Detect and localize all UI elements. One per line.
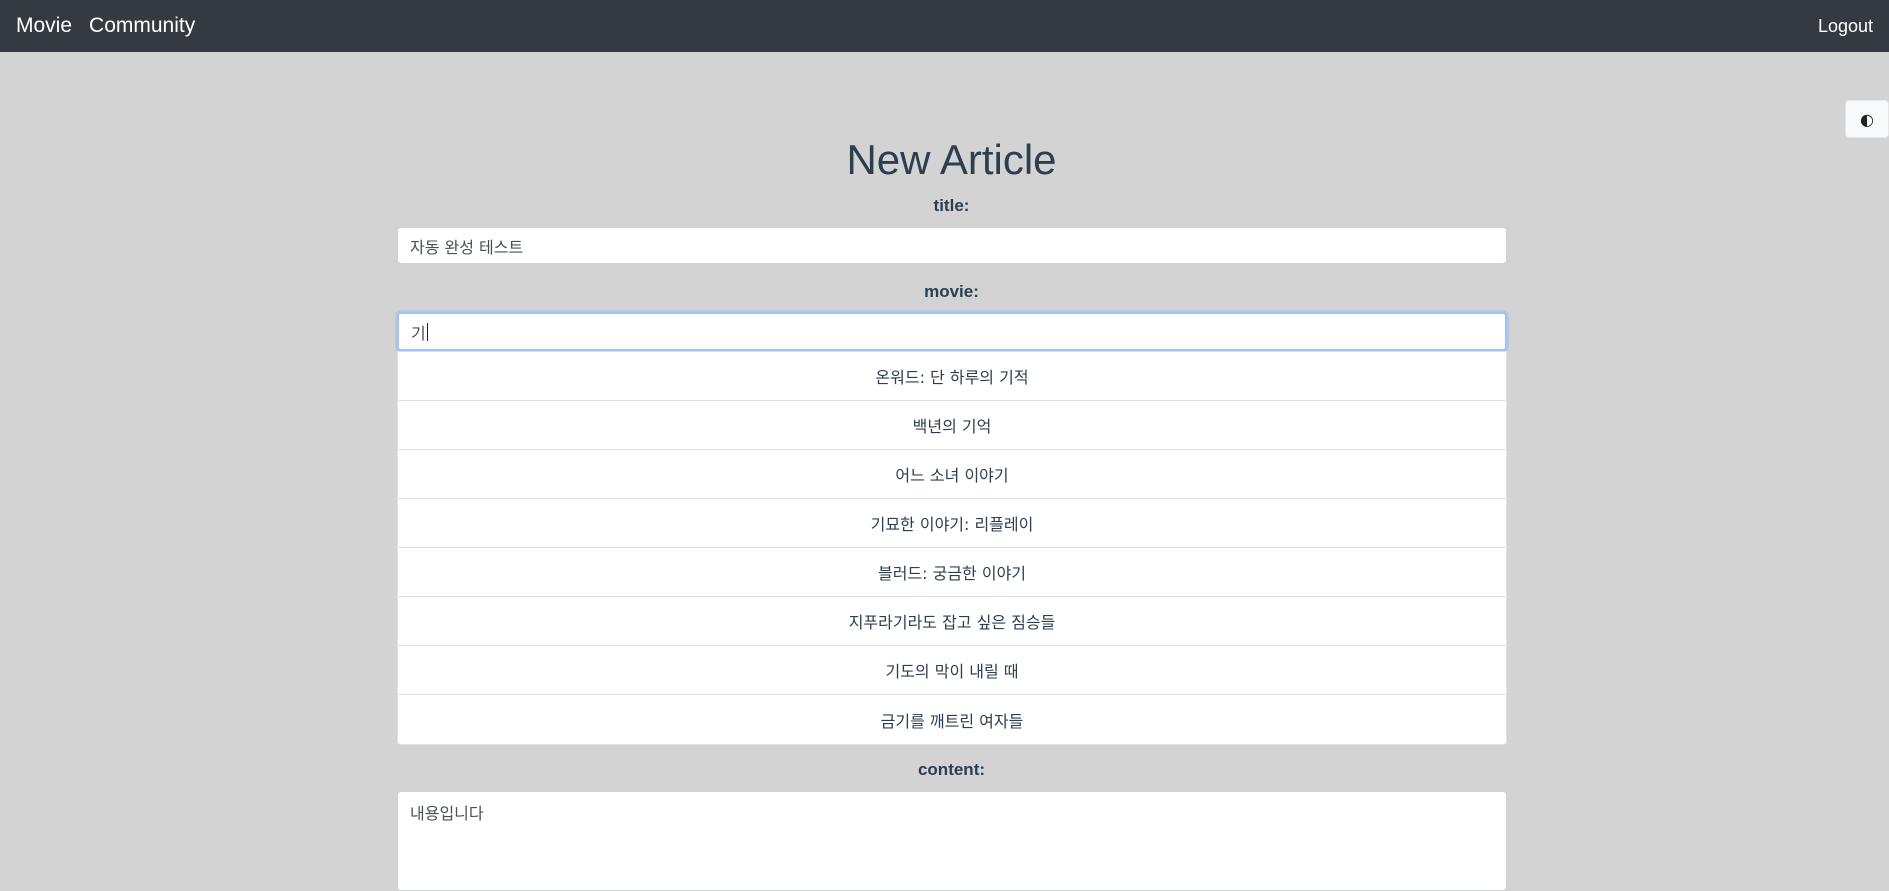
page-title: New Article	[846, 136, 1057, 183]
title-label: title:	[933, 196, 970, 215]
movie-suggestion-item[interactable]: 지푸라기라도 잡고 싶은 짐승들	[398, 597, 1506, 646]
movie-suggestion-item[interactable]: 백년의 기억	[398, 401, 1506, 450]
title-input[interactable]: 자동 완성 테스트	[397, 227, 1507, 264]
movie-suggestion-item[interactable]: 블러드: 궁금한 이야기	[398, 548, 1506, 597]
movie-input-value: 기	[411, 323, 426, 343]
nav-links: Movie Community	[16, 14, 195, 38]
text-caret	[426, 322, 428, 341]
content-label: content:	[917, 760, 986, 779]
movie-suggestion-item[interactable]: 기도의 막이 내릴 때	[398, 646, 1506, 695]
contrast-icon: ◐	[1860, 109, 1874, 129]
title-input-value: 자동 완성 테스트	[410, 237, 524, 257]
movie-suggestion-item[interactable]: 어느 소녀 이야기	[398, 450, 1506, 499]
top-navbar: Movie Community Logout	[0, 0, 1889, 52]
movie-suggestion-list: 온워드: 단 하루의 기적 백년의 기억 어느 소녀 이야기 기묘한 이야기: …	[397, 351, 1507, 745]
content-textarea-value: 내용입니다	[410, 804, 484, 823]
nav-community-link[interactable]: Community	[89, 14, 195, 38]
movie-suggestion-item[interactable]: 금기를 깨트린 여자들	[398, 695, 1506, 744]
nav-movie-link[interactable]: Movie	[16, 14, 72, 38]
movie-search-input[interactable]: 기	[397, 312, 1507, 351]
logout-link[interactable]: Logout	[1818, 16, 1873, 37]
movie-suggestion-item[interactable]: 기묘한 이야기: 리플레이	[398, 499, 1506, 548]
movie-suggestion-item[interactable]: 온워드: 단 하루의 기적	[398, 352, 1506, 401]
content-textarea[interactable]: 내용입니다	[397, 791, 1507, 891]
movie-label: movie:	[924, 282, 979, 301]
theme-toggle-button[interactable]: ◐	[1845, 100, 1889, 138]
